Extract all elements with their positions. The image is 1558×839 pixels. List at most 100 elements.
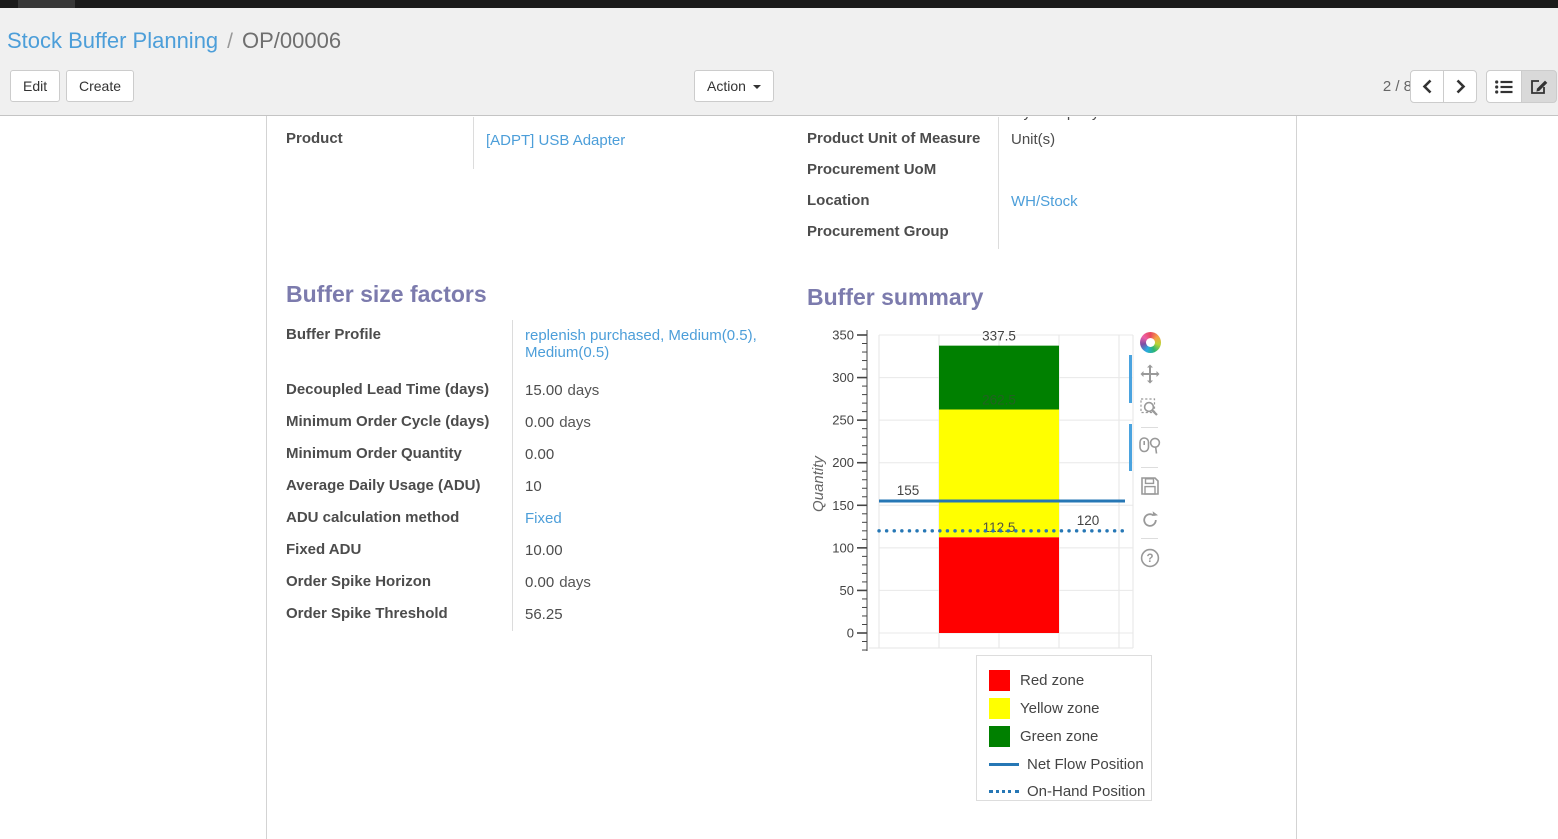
svg-text:0: 0: [847, 626, 854, 641]
days-suffix: days: [559, 574, 591, 591]
buffer-profile-value-link[interactable]: replenish purchased, Medium(0.5), Medium…: [525, 327, 757, 361]
order-spike-horizon-label: Order Spike Horizon: [286, 567, 512, 599]
min-order-quantity-value: 0.00: [512, 439, 764, 471]
pan-button[interactable]: [1137, 362, 1163, 386]
red-zone-swatch: [989, 670, 1010, 691]
list-icon: [1495, 80, 1513, 94]
create-button[interactable]: Create: [66, 70, 134, 102]
edit-form-icon: [1530, 78, 1548, 95]
spacer: [807, 117, 998, 124]
legend-item-on-hand[interactable]: On-Hand Position: [989, 780, 1145, 802]
breadcrumb-section-link[interactable]: Stock Buffer Planning: [7, 28, 218, 53]
location-value-link[interactable]: WH/Stock: [1011, 193, 1078, 210]
reset-axes-icon: [1140, 510, 1160, 530]
yellow-zone-swatch: [989, 698, 1010, 719]
save-icon: [1140, 476, 1160, 496]
legend-label: Red zone: [1020, 672, 1084, 689]
svg-text:100: 100: [832, 540, 854, 555]
min-order-quantity-label: Minimum Order Quantity: [286, 439, 512, 471]
plotly-logo-icon: [1140, 332, 1161, 353]
company-partial-value: My Company: [998, 117, 1295, 124]
chevron-left-icon: [1422, 79, 1433, 94]
legend-item-net-flow[interactable]: Net Flow Position: [989, 753, 1144, 775]
green-zone-swatch: [989, 726, 1010, 747]
svg-text:250: 250: [832, 413, 854, 428]
fixed-adu-label: Fixed ADU: [286, 535, 512, 567]
help-button[interactable]: ?: [1137, 546, 1163, 570]
pager-count[interactable]: 2 / 8: [1368, 78, 1412, 95]
breadcrumb: Stock Buffer Planning/OP/00006: [7, 28, 341, 54]
product-group: Product [ADPT] USB Adapter: [286, 117, 763, 169]
save-button[interactable]: [1137, 474, 1163, 498]
zoom-box-icon: [1140, 398, 1160, 418]
modebar-separator: [1141, 427, 1158, 428]
action-dropdown-button[interactable]: Action: [694, 70, 774, 102]
min-order-cycle-label: Minimum Order Cycle (days): [286, 407, 512, 439]
procurement-group-value: [998, 217, 1295, 249]
page: { "header": { "breadcrumb": {"section": …: [0, 0, 1558, 839]
days-suffix: days: [568, 382, 600, 399]
modebar-active-indicator: [1129, 424, 1132, 471]
fixed-adu-value: 10.00: [512, 535, 764, 567]
on-hand-line-swatch: [989, 790, 1019, 793]
adu-method-value-link[interactable]: Fixed: [525, 510, 562, 527]
chart-legend: Red zone Yellow zone Green zone Net Flow…: [976, 655, 1152, 801]
legend-label: On-Hand Position: [1027, 783, 1145, 800]
compare-hover-icon: [1139, 437, 1161, 455]
compare-hover-button[interactable]: [1137, 434, 1163, 458]
chart-plot-area[interactable]: 112.5262.5337.5350300250200150100500Quan…: [809, 328, 1171, 662]
svg-text:112.5: 112.5: [983, 520, 1016, 535]
modebar-separator: [1141, 467, 1158, 468]
decoupled-lead-time-value: 15.00: [525, 382, 563, 399]
min-order-cycle-value: 0.00: [525, 414, 554, 431]
adu-label: Average Daily Usage (ADU): [286, 471, 512, 503]
procurement-group-label: Procurement Group: [807, 217, 998, 249]
order-spike-threshold-value: 56.25: [512, 599, 764, 631]
zoom-button[interactable]: [1137, 396, 1163, 420]
chevron-right-icon: [1455, 79, 1466, 94]
action-label: Action: [707, 78, 746, 94]
order-spike-horizon-value: 0.00: [525, 574, 554, 591]
buffer-summary-chart[interactable]: 112.5262.5337.5350300250200150100500Quan…: [809, 328, 1171, 662]
svg-text:150: 150: [832, 498, 854, 513]
previous-record-button[interactable]: [1410, 70, 1444, 103]
procurement-group: My Company Product Unit of Measure Unit(…: [807, 117, 1295, 249]
net-flow-line-swatch: [989, 763, 1019, 766]
svg-text:350: 350: [832, 328, 854, 343]
svg-text:155: 155: [897, 483, 920, 498]
top-menu-strip-segment: [18, 0, 75, 8]
help-icon: ?: [1140, 548, 1160, 568]
product-value-link[interactable]: [ADPT] USB Adapter: [486, 132, 625, 149]
buffer-factors-group: Buffer Profile replenish purchased, Medi…: [286, 320, 764, 631]
control-panel: Stock Buffer Planning/OP/00006 Edit Crea…: [0, 8, 1558, 116]
svg-text:337.5: 337.5: [982, 329, 1016, 344]
view-switcher: [1486, 70, 1557, 103]
svg-text:?: ?: [1146, 553, 1153, 565]
svg-text:120: 120: [1077, 513, 1100, 528]
buffer-size-factors-heading: Buffer size factors: [286, 283, 487, 306]
form-view-button[interactable]: [1521, 70, 1557, 103]
next-record-button[interactable]: [1443, 70, 1477, 103]
buffer-summary-heading: Buffer summary: [807, 286, 983, 309]
breadcrumb-record: OP/00006: [242, 28, 341, 53]
legend-item-green-zone[interactable]: Green zone: [989, 725, 1098, 747]
list-view-button[interactable]: [1486, 70, 1522, 103]
buffer-profile-label: Buffer Profile: [286, 320, 512, 375]
form-sheet: Product [ADPT] USB Adapter My Company Pr…: [266, 116, 1297, 839]
top-menu-strip: [0, 0, 1558, 8]
svg-text:50: 50: [840, 583, 854, 598]
location-label: Location: [807, 186, 998, 217]
procurement-uom-label: Procurement UoM: [807, 155, 998, 186]
adu-value: 10: [512, 471, 764, 503]
legend-label: Yellow zone: [1020, 700, 1100, 717]
reset-axes-button[interactable]: [1137, 508, 1163, 532]
decoupled-lead-time-label: Decoupled Lead Time (days): [286, 375, 512, 407]
plotly-logo-button[interactable]: [1137, 330, 1163, 354]
legend-item-yellow-zone[interactable]: Yellow zone: [989, 697, 1100, 719]
svg-text:300: 300: [832, 370, 854, 385]
legend-item-red-zone[interactable]: Red zone: [989, 669, 1084, 691]
adu-method-label: ADU calculation method: [286, 503, 512, 535]
modebar-separator: [1141, 538, 1158, 539]
edit-button[interactable]: Edit: [10, 70, 60, 102]
days-suffix: days: [559, 414, 591, 431]
